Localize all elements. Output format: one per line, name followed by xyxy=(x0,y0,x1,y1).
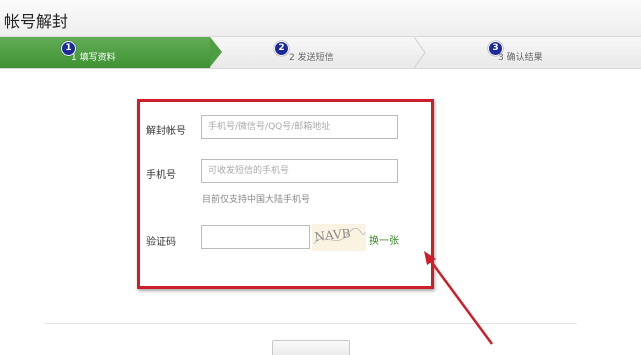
captcha-graphic: NAVB xyxy=(313,226,366,245)
step-2: 2 2 发送短信 xyxy=(274,41,384,65)
step-active-arrow xyxy=(210,37,222,67)
step-2-number-badge: 2 xyxy=(274,41,289,56)
account-label: 解封帐号 xyxy=(146,126,186,137)
phone-label: 手机号 xyxy=(146,170,176,181)
account-input[interactable] xyxy=(201,115,398,139)
page-title: 帐号解封 xyxy=(4,12,69,31)
phone-hint: 目前仅支持中国大陆手机号 xyxy=(202,195,311,205)
next-step-button[interactable] xyxy=(272,340,350,355)
captcha-label: 验证码 xyxy=(146,237,176,248)
step-separator xyxy=(413,37,426,68)
step-progress-bar: 1 1 填写资料 2 2 发送短信 3 3 确认结果 xyxy=(0,37,641,69)
phone-input[interactable] xyxy=(201,159,398,183)
refresh-captcha-link[interactable]: 换一张 xyxy=(369,232,399,247)
step-2-label: 2 发送短信 xyxy=(289,53,334,63)
captcha-input[interactable] xyxy=(201,225,310,249)
captcha-text: NAVB xyxy=(314,226,351,244)
step-3: 3 3 确认结果 xyxy=(488,41,598,65)
step-1-label: 1 填写资料 xyxy=(71,53,116,63)
step-3-label: 3 确认结果 xyxy=(498,53,543,63)
title-bar: 帐号解封 xyxy=(0,0,641,37)
captcha-image[interactable]: NAVB xyxy=(312,224,366,251)
content-divider xyxy=(44,323,577,324)
step-1: 1 1 填写资料 xyxy=(61,41,171,65)
